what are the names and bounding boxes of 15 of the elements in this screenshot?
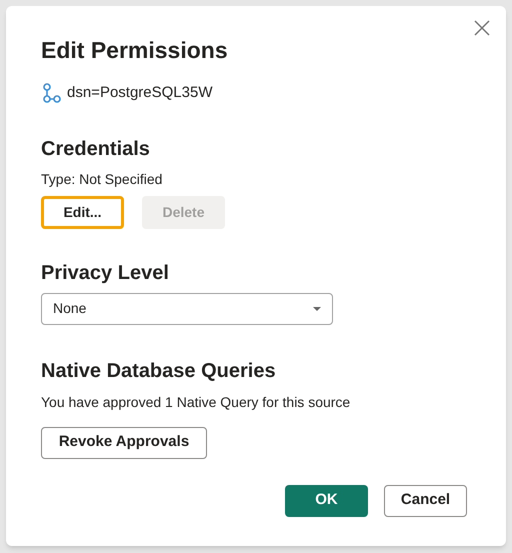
dropdown-caret-icon xyxy=(313,306,321,310)
approval-text: You have approved 1 Native Query for this source xyxy=(41,392,352,412)
dialog-title: Edit Permissions xyxy=(41,36,229,64)
revoke-approvals-button[interactable]: Revoke Approvals xyxy=(41,426,207,458)
section-heading: Privacy Level xyxy=(41,260,170,284)
credential-type: Type: Not Specified xyxy=(41,170,164,189)
privacy-level-dropdown[interactable]: None xyxy=(41,292,333,324)
section-heading: Native Database Queries xyxy=(41,358,277,382)
dialog-button[interactable]: OK xyxy=(285,484,368,516)
connection-icon xyxy=(41,83,61,104)
section-heading: Credentials xyxy=(41,136,151,160)
dialog-button[interactable]: Cancel xyxy=(384,484,467,516)
source-name: dsn=PostgreSQL35W xyxy=(67,83,212,103)
close-icon[interactable] xyxy=(472,18,492,38)
credential-button[interactable]: Edit... xyxy=(41,196,124,228)
